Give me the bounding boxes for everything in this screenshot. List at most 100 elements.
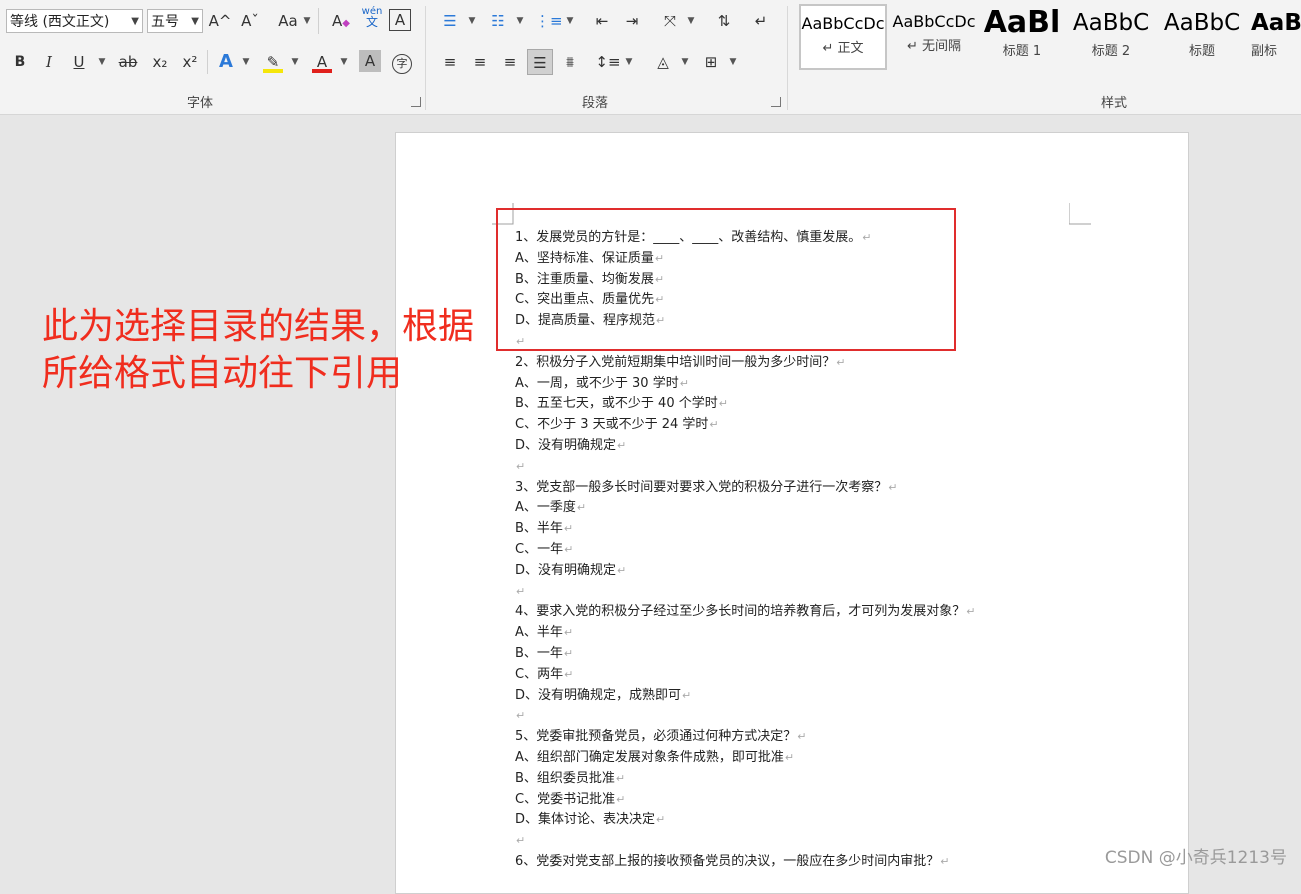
shrink-font-button[interactable]: Aˇ <box>237 8 263 34</box>
line-text: D、集体讨论、表决决定 <box>515 812 656 828</box>
line-text: 2、积极分子入党前短期集中培训时间一般为多少时间？ <box>515 354 836 370</box>
italic-button[interactable]: I <box>36 49 62 75</box>
line-text: B、五至七天，或不少于 40 个学时 <box>515 396 718 412</box>
align-left-button[interactable]: ≡ <box>437 49 463 75</box>
align-center-button[interactable]: ≡ <box>467 49 493 75</box>
enclose-characters-button[interactable]: 字 <box>389 49 415 75</box>
change-case-button[interactable]: Aa <box>275 8 301 34</box>
line-spacing-button[interactable]: ↕≡ <box>595 49 621 75</box>
document-line: B、一年↵ <box>515 644 1115 665</box>
align-right-icon: ≡ <box>503 53 517 71</box>
strikethrough-button[interactable]: ab <box>115 49 141 75</box>
document-line: D、没有明确规定↵ <box>515 561 1115 582</box>
shading-button[interactable]: ◬ <box>650 49 676 75</box>
decrease-indent-icon: ⇤ <box>595 12 609 30</box>
character-border-button[interactable]: A <box>389 9 411 31</box>
chevron-down-icon[interactable]: ▼ <box>238 49 254 75</box>
increase-indent-button[interactable]: ⇥ <box>619 8 645 34</box>
style-heading-2[interactable]: AaBbC 标题 2 <box>1069 4 1153 70</box>
chevron-down-icon[interactable]: ▼ <box>464 8 480 34</box>
distributed-button[interactable]: ⩩ <box>557 49 583 75</box>
chevron-down-icon[interactable]: ▼ <box>512 8 528 34</box>
red-highlight-box <box>496 208 956 351</box>
underline-button[interactable]: U <box>66 49 92 75</box>
document-line: C、不少于 3 天或不少于 24 学时↵ <box>515 415 1115 436</box>
document-line: D、没有明确规定，成熟即可↵ <box>515 686 1115 707</box>
paragraph-mark-icon: ↵ <box>516 834 526 848</box>
bullets-button[interactable]: ☰ <box>437 8 463 34</box>
style-sample: AaBbCcDc <box>801 14 885 33</box>
multilevel-list-button[interactable]: ⋮≡ <box>535 8 563 34</box>
character-shading-button[interactable]: A <box>359 50 381 72</box>
style-title[interactable]: AaBbC 标题 <box>1159 4 1245 70</box>
borders-button[interactable]: ⊞ <box>698 49 724 75</box>
font-name-value: 等线 (西文正文) <box>10 14 110 30</box>
align-right-button[interactable]: ≡ <box>497 49 523 75</box>
document-line: 5、党委审批预备党员，必须通过何种方式决定？↵ <box>515 727 1115 748</box>
font-size-value: 五号 <box>151 14 179 30</box>
chevron-down-icon[interactable]: ▼ <box>299 8 315 34</box>
text-effects-button[interactable]: A <box>213 49 239 75</box>
subscript-button[interactable]: x₂ <box>147 49 173 75</box>
document-line: C、党委书记批准↵ <box>515 790 1115 811</box>
paragraph-mark-icon: ↵ <box>966 605 976 619</box>
empty-paragraph: ↵ <box>515 457 1115 478</box>
numbering-button[interactable]: ☷ <box>485 8 511 34</box>
highlight-button[interactable]: ✎ <box>260 49 286 75</box>
font-color-button[interactable]: A <box>309 49 335 75</box>
numbering-icon: ☷ <box>491 12 505 30</box>
font-dialog-launcher[interactable]: launch <box>411 97 421 107</box>
phonetic-guide-button[interactable]: wén 文 <box>359 6 385 32</box>
style-heading-1[interactable]: AaBl 标题 1 <box>981 4 1063 70</box>
bold-button[interactable]: B <box>7 49 33 75</box>
chevron-down-icon: ▼ <box>131 16 139 27</box>
sort-icon: ⇅ <box>717 12 731 30</box>
paragraph-mark-icon: ↵ <box>709 418 719 432</box>
enclose-icon: 字 <box>392 54 412 74</box>
style-sample: AaBbCcDc <box>892 12 976 31</box>
sort-button[interactable]: ⇅ <box>711 8 737 34</box>
font-name-combo[interactable]: 等线 (西文正文) ▼ <box>6 9 143 33</box>
show-marks-button[interactable]: ↵ <box>748 8 774 34</box>
style-sample: AaBl <box>983 8 1061 38</box>
ribbon: 等线 (西文正文) ▼ 五号 ▼ A^ Aˇ Aa ▼ A◆ wén 文 A B … <box>0 0 1301 115</box>
bullets-icon: ☰ <box>443 12 457 30</box>
style-no-spacing[interactable]: AaBbCcDc ↵ 无间隔 <box>890 4 978 70</box>
chevron-down-icon[interactable]: ▼ <box>677 49 693 75</box>
font-size-combo[interactable]: 五号 ▼ <box>147 9 203 33</box>
decrease-indent-button[interactable]: ⇤ <box>589 8 615 34</box>
styles-group-label: 样式 <box>1100 96 1127 111</box>
paragraph-mark-icon: ↵ <box>940 854 950 868</box>
paragraph-mark-icon: ↵ <box>679 376 689 390</box>
clear-formatting-button[interactable]: A◆ <box>328 8 354 34</box>
justify-button[interactable]: ☰ <box>527 49 553 75</box>
paragraph-mark-icon: ↵ <box>564 667 574 681</box>
paragraph-mark-icon: ↵ <box>576 501 587 515</box>
paragraph-dialog-launcher[interactable]: launch <box>771 97 781 107</box>
paragraph-mark-icon: ↵ <box>563 646 574 660</box>
superscript-button[interactable]: x² <box>177 49 203 75</box>
line-text: D、没有明确规定 <box>515 437 617 453</box>
chevron-down-icon[interactable]: ▼ <box>336 49 352 75</box>
document-line: A、半年↵ <box>515 623 1115 644</box>
document-line: A、一季度↵ <box>515 498 1115 519</box>
line-text: C、党委书记批准 <box>515 791 616 807</box>
grow-font-button[interactable]: A^ <box>207 8 233 34</box>
style-name: ↵ 正文 <box>822 41 864 56</box>
font-color-bar <box>312 69 332 73</box>
paragraph-mark-icon: ↵ <box>656 813 666 827</box>
style-name: 标题 <box>1188 44 1215 59</box>
style-subtitle[interactable]: AaB 副标 <box>1251 4 1301 70</box>
paragraph-mark-icon: ↵ <box>563 522 574 536</box>
style-normal[interactable]: AaBbCcDc ↵ 正文 <box>799 4 887 70</box>
chevron-down-icon[interactable]: ▼ <box>725 49 741 75</box>
chevron-down-icon[interactable]: ▼ <box>683 8 699 34</box>
chinese-layout-button[interactable]: ⤧ <box>657 8 683 34</box>
paragraph-group-label: 段落 <box>581 96 608 111</box>
chevron-down-icon[interactable]: ▼ <box>621 49 637 75</box>
chevron-down-icon[interactable]: ▼ <box>94 49 110 75</box>
chevron-down-icon[interactable]: ▼ <box>562 8 578 34</box>
borders-icon: ⊞ <box>704 53 718 71</box>
line-text: C、两年 <box>515 666 564 682</box>
chevron-down-icon[interactable]: ▼ <box>287 49 303 75</box>
